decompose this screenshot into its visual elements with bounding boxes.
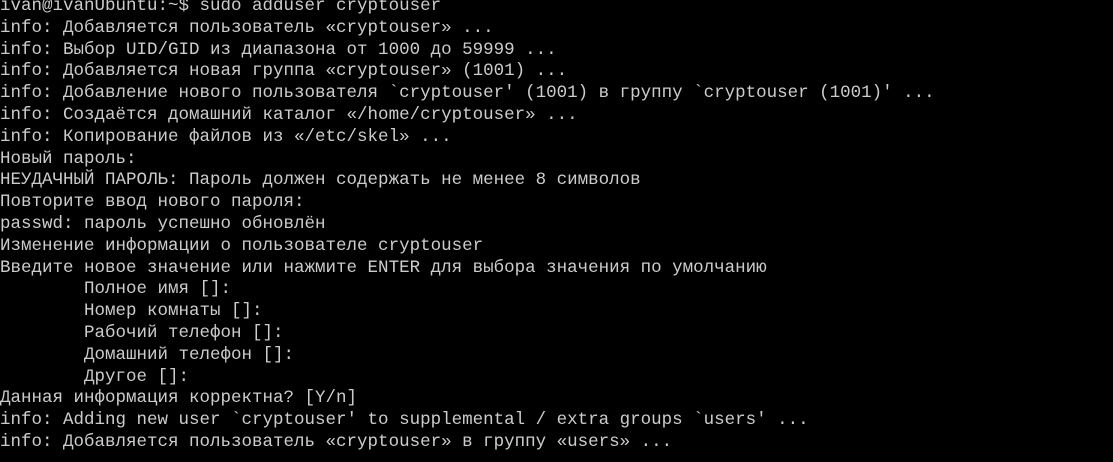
terminal-line: Рабочий телефон []:: [0, 323, 284, 343]
terminal-line: info: Копирование файлов из «/etc/skel» …: [0, 126, 452, 147]
terminal-line: Полное имя []:: [0, 279, 232, 300]
terminal-line: info: Добавление нового пользователя `cr…: [0, 83, 935, 104]
terminal-line: Данная информация корректна? [Y/n]: [0, 388, 358, 409]
terminal-line: info: Создаётся домашний каталог «/home/…: [0, 105, 578, 125]
terminal-window[interactable]: ivan@ivanUbuntu:~$ sudo adduser cryptous…: [0, 0, 1113, 462]
terminal-line: Домашний телефон []:: [0, 344, 295, 365]
terminal-line: info: Adding new user `cryptouser' to su…: [0, 410, 809, 431]
terminal-line: info: Добавляется пользователь «cryptous…: [0, 17, 494, 38]
terminal-line: Другое []:: [0, 366, 190, 387]
terminal-line: НЕУДАЧНЫЙ ПАРОЛЬ: Пароль должен содержат…: [0, 170, 641, 191]
terminal-line: Новый пароль:: [0, 148, 137, 169]
terminal-line: Номер комнаты []:: [0, 301, 263, 322]
terminal-line: info: Добавляется пользователь «cryptous…: [0, 432, 673, 452]
terminal-line: ivan@ivanUbuntu:~$ sudo adduser cryptous…: [0, 0, 442, 16]
terminal-line: Изменение информации о пользователе cryp…: [0, 235, 484, 256]
terminal-line: passwd: пароль успешно обновлён: [0, 214, 326, 234]
terminal-line: Повторите ввод нового пароля:: [0, 192, 305, 213]
terminal-line: info: Добавляется новая группа «cryptous…: [0, 61, 568, 82]
terminal-line: Введите новое значение или нажмите ENTER…: [0, 257, 767, 278]
terminal-line: info: Выбор UID/GID из диапазона от 1000…: [0, 39, 557, 60]
